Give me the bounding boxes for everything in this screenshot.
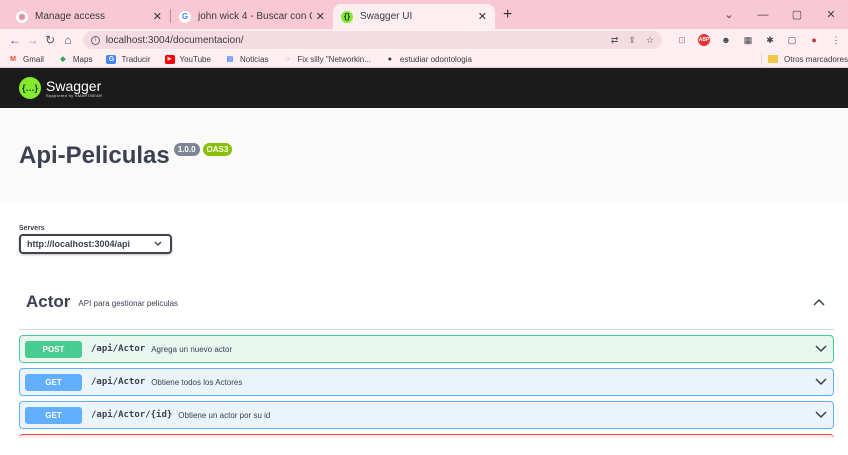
bookmark-fix-networking[interactable]: ○ Fix silly "Networkin... — [282, 55, 371, 64]
tag-name: Actor — [26, 292, 71, 311]
other-bookmarks[interactable]: Otros marcadores — [760, 53, 848, 65]
close-icon[interactable]: ✕ — [153, 10, 162, 23]
chevron-down-icon — [154, 241, 162, 246]
extensions-area: ⊡ ABP ☻ ▦ ✱ ▢ ● ⋮ — [676, 34, 842, 46]
tab-title: Swagger UI — [360, 11, 413, 22]
folder-icon — [767, 55, 778, 63]
bookmark-label: Traducir — [121, 54, 151, 64]
bookmark-label: YouTube — [179, 54, 211, 64]
forward-button[interactable]: → — [24, 33, 42, 47]
chevron-down-icon[interactable] — [809, 378, 833, 386]
chevron-up-icon[interactable] — [804, 298, 834, 306]
github-icon: ◉ — [16, 10, 28, 23]
tab-title: john wick 4 - Buscar con Google — [198, 11, 312, 22]
address-bar[interactable]: i localhost:3004/documentacion/ ⇄ ⇪ ☆ — [82, 31, 663, 49]
tag-header[interactable]: Actor API para gestionar peliculas — [19, 275, 834, 330]
new-tab-button[interactable]: + — [503, 6, 512, 24]
close-icon[interactable]: ✕ — [316, 10, 325, 23]
other-bookmarks-label: Otros marcadores — [783, 54, 848, 64]
bookmark-estudiar[interactable]: ● estudiar odontologia — [385, 55, 472, 64]
servers-section: Servers http://localhost:3004/api — [0, 202, 848, 275]
globe-icon: ● — [387, 55, 393, 63]
swagger-brand: Swagger Supported by SMARTBEAR — [46, 79, 102, 98]
oas-badge: OAS3 — [202, 143, 233, 156]
bookmark-label: estudiar odontologia — [399, 54, 472, 64]
swagger-topbar: {…} Swagger Supported by SMARTBEAR — [0, 68, 848, 108]
adblock-icon[interactable]: ABP — [698, 34, 711, 46]
profile-avatar-icon[interactable]: ● — [808, 34, 820, 46]
site-info-icon[interactable]: i — [90, 35, 100, 45]
browser-tab-active[interactable]: {} Swagger UI ✕ — [333, 4, 495, 29]
operation-get-actors[interactable]: GET /api/Actor Obtiene todos los Actores — [19, 368, 834, 396]
minimize-button[interactable]: — — [746, 9, 780, 21]
bookmark-maps[interactable]: ◆ Maps — [58, 54, 93, 64]
api-info: Api-Peliculas 1.0.0 OAS3 — [0, 108, 848, 202]
bookmark-traducir[interactable]: G Traducir — [106, 54, 151, 64]
browser-tab-strip: ◉ Manage access ✕ G john wick 4 - Buscar… — [0, 0, 848, 29]
extension-icon[interactable]: ▦ — [742, 34, 754, 46]
tab-search-icon[interactable]: ⌄ — [712, 8, 746, 21]
version-badge: 1.0.0 — [173, 143, 200, 156]
restore-button[interactable]: ▢ — [780, 8, 814, 21]
extension-icon[interactable]: ⊡ — [676, 34, 688, 46]
browser-tab[interactable]: ◉ Manage access ✕ — [8, 4, 170, 29]
operation-summary: Agrega un nuevo actor — [151, 344, 233, 354]
bookmark-noticias[interactable]: ▤ Noticias — [225, 54, 269, 64]
google-icon: G — [179, 10, 191, 23]
bookmark-star-icon[interactable]: ☆ — [646, 35, 654, 46]
menu-kebab-icon[interactable]: ⋮ — [830, 34, 842, 46]
bookmark-label: Maps — [72, 54, 93, 64]
servers-label: Servers — [19, 225, 45, 232]
method-badge: GET — [25, 373, 82, 391]
bookmark-label: Noticias — [239, 54, 269, 64]
tag-description: API para gestionar peliculas — [78, 299, 179, 308]
chevron-down-icon[interactable] — [809, 345, 833, 353]
bookmark-page-icon: ○ — [285, 55, 290, 63]
operation-path: /api/Actor — [91, 344, 146, 354]
side-panel-icon[interactable]: ▢ — [786, 34, 798, 46]
operation-summary: Obtiene todos los Actores — [151, 377, 243, 387]
news-icon: ▤ — [226, 56, 234, 63]
youtube-icon: ▶ — [164, 54, 175, 64]
method-badge: POST — [25, 340, 82, 358]
brand-subtitle: Supported by SMARTBEAR — [46, 92, 103, 98]
window-controls: ⌄ — ▢ ✕ — [712, 0, 848, 29]
reload-button[interactable]: ↻ — [41, 33, 59, 47]
operation-path: /api/Actor — [91, 377, 146, 387]
url-text: localhost:3004/documentacion/ — [105, 34, 244, 46]
server-select[interactable]: http://localhost:3004/api — [19, 234, 172, 254]
translate-icon: G — [106, 54, 117, 64]
browser-tab[interactable]: G john wick 4 - Buscar con Google ✕ — [171, 4, 333, 29]
brand-name: Swagger — [46, 77, 102, 94]
bookmark-label: Gmail — [23, 54, 44, 64]
translate-icon[interactable]: ⇄ — [611, 35, 619, 46]
operation-get-actor-by-id[interactable]: GET /api/Actor/{id} Obtiene un actor por… — [19, 401, 834, 429]
bookmark-label: Fix silly "Networkin... — [297, 54, 371, 64]
bookmarks-bar: M Gmail ◆ Maps G Traducir ▶ YouTube ▤ No… — [0, 51, 848, 68]
method-badge: GET — [25, 406, 82, 424]
bookmark-youtube[interactable]: ▶ YouTube — [164, 54, 211, 64]
home-button[interactable]: ⌂ — [59, 33, 77, 47]
server-selected-value: http://localhost:3004/api — [27, 239, 131, 249]
gmail-icon: M — [10, 55, 16, 63]
chevron-down-icon[interactable] — [809, 411, 833, 419]
page-title: Api-Peliculas — [19, 142, 170, 169]
extension-icon[interactable]: ☻ — [720, 34, 732, 46]
bookmark-gmail[interactable]: M Gmail — [8, 55, 44, 64]
back-button[interactable]: ← — [6, 33, 24, 47]
maps-icon: ◆ — [60, 56, 66, 63]
tag-section-actor: Actor API para gestionar peliculas POST … — [0, 275, 848, 455]
close-window-button[interactable]: ✕ — [814, 8, 848, 21]
browser-toolbar: ← → ↻ ⌂ i localhost:3004/documentacion/ … — [0, 29, 848, 51]
operation-path: /api/Actor/{id} — [91, 410, 173, 420]
tab-title: Manage access — [35, 11, 106, 22]
operation-partial-next[interactable] — [19, 434, 834, 438]
swagger-icon: {} — [341, 10, 353, 23]
operation-summary: Obtiene un actor por su id — [178, 410, 271, 420]
operation-post-actor[interactable]: POST /api/Actor Agrega un nuevo actor — [19, 335, 834, 363]
swagger-logo-icon[interactable]: {…} — [19, 77, 41, 99]
share-icon[interactable]: ⇪ — [628, 35, 636, 46]
extensions-puzzle-icon[interactable]: ✱ — [764, 34, 776, 46]
close-icon[interactable]: ✕ — [478, 10, 487, 23]
